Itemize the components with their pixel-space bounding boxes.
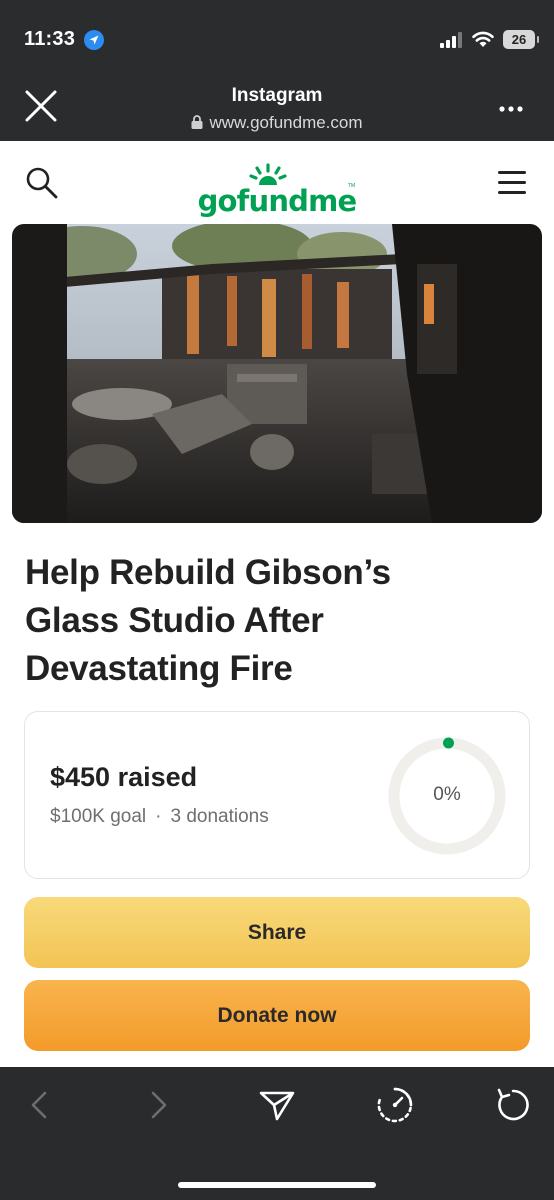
location-arrow-icon xyxy=(84,30,104,50)
gofundme-logo-mark: gofundme TM xyxy=(198,163,357,218)
status-time: 11:33 xyxy=(24,28,76,50)
separator-dot: · xyxy=(155,806,162,827)
campaign-title: Help Rebuild Gibson’s Glass Studio After… xyxy=(25,549,505,693)
speedometer-icon[interactable] xyxy=(375,1085,415,1125)
donate-now-button[interactable]: Donate now xyxy=(24,980,530,1051)
page-content: gofundme TM Help Rebuild Gibson’s Glass … xyxy=(0,141,554,1067)
lock-icon xyxy=(191,114,203,129)
browser-title: Instagram xyxy=(231,85,323,106)
goal-summary: $100K goal · 3 donations xyxy=(50,806,269,828)
forward-icon[interactable] xyxy=(138,1085,178,1125)
donation-count[interactable]: 3 donations xyxy=(170,806,268,827)
progress-percent: 0% xyxy=(433,784,461,805)
browser-toolbar xyxy=(0,1067,554,1200)
amount-raised: $450 raised xyxy=(50,762,198,792)
wifi-icon xyxy=(471,29,495,49)
campaign-hero-image xyxy=(12,224,542,523)
logo-wordmark: gofundme xyxy=(198,184,357,217)
send-icon[interactable] xyxy=(257,1085,297,1125)
home-indicator[interactable] xyxy=(178,1182,376,1188)
fundraising-progress-card: $450 raised $100K goal · 3 donations 0% xyxy=(24,711,530,879)
screen: 11:33 26 Instagram www.gofundme.com gofu… xyxy=(0,0,554,1200)
browser-header: 11:33 26 Instagram www.gofundme.com xyxy=(0,0,554,141)
cellular-signal-icon xyxy=(440,32,464,48)
campaign-title-line: Glass Studio After xyxy=(25,601,324,640)
browser-url[interactable]: www.gofundme.com xyxy=(0,113,554,133)
reload-icon[interactable] xyxy=(493,1085,533,1125)
more-icon[interactable] xyxy=(496,101,526,112)
menu-icon[interactable] xyxy=(498,171,526,195)
gofundme-logo[interactable]: gofundme TM xyxy=(0,159,554,222)
battery-indicator: 26 xyxy=(503,30,539,49)
campaign-title-line: Devastating Fire xyxy=(25,649,293,688)
url-text: www.gofundme.com xyxy=(209,113,363,132)
back-icon[interactable] xyxy=(20,1085,60,1125)
campaign-title-line: Help Rebuild Gibson’s xyxy=(25,553,391,592)
logo-trademark: TM xyxy=(348,183,355,189)
goal-amount: $100K goal xyxy=(50,806,147,827)
share-button[interactable]: Share xyxy=(24,897,530,968)
progress-ring-fill xyxy=(443,737,454,749)
